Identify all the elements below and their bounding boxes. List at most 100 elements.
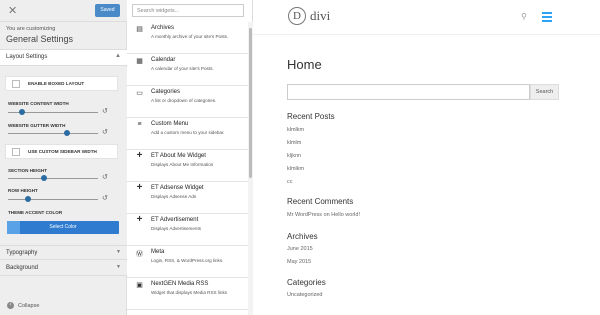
category-link[interactable]: Uncategorized: [287, 292, 322, 298]
widget-search-input[interactable]: Search widgets...: [132, 4, 244, 17]
reset-icon[interactable]: ↺: [102, 108, 108, 115]
widget-description: Displays About Me Information: [151, 162, 214, 167]
collapse-button[interactable]: ‹ Collapse: [0, 298, 127, 315]
widget-item[interactable]: ▦ Calendar A calendar of your site's Posts…: [127, 54, 248, 86]
row-height-handle[interactable]: [24, 196, 31, 202]
content-width-handle[interactable]: [18, 109, 25, 115]
folder-icon: ▭: [136, 90, 143, 97]
widget-description: Displays Advertisements: [151, 226, 202, 231]
comment-on-text: on: [322, 212, 332, 218]
customizing-subtitle: You are customizing: [6, 26, 56, 32]
archive-icon: ▤: [136, 26, 143, 33]
hamburger-menu-icon[interactable]: [542, 12, 552, 22]
select-color-label: Select Color: [49, 224, 77, 230]
archive-link[interactable]: June 2015: [287, 246, 313, 252]
boxed-layout-checkbox[interactable]: [12, 80, 20, 88]
widget-title: Meta: [151, 249, 165, 255]
archives-heading: Archives: [287, 232, 318, 241]
recent-posts-heading: Recent Posts: [287, 112, 335, 121]
background-section[interactable]: Background ▼: [0, 261, 127, 276]
logo-text[interactable]: divi: [310, 8, 330, 24]
recent-post-link[interactable]: klmlm: [287, 140, 301, 146]
reset-icon[interactable]: ↺: [102, 129, 108, 136]
recent-post-link[interactable]: cc: [287, 179, 293, 185]
content-width-slider[interactable]: [8, 109, 98, 115]
chevron-down-icon: ▼: [116, 249, 121, 255]
background-label: Background: [6, 265, 39, 271]
site-header: D divi ⚲: [253, 0, 600, 35]
boxed-layout-label: ENABLE BOXED LAYOUT: [28, 81, 85, 86]
content-width-label: WEBSITE CONTENT WIDTH: [8, 101, 69, 106]
collapse-icon: ‹: [7, 302, 14, 309]
section-height-slider[interactable]: [8, 175, 98, 181]
widget-description: A monthly archive of your site's Posts.: [151, 34, 229, 39]
categories-heading: Categories: [287, 278, 326, 287]
saved-button[interactable]: Saved: [95, 4, 120, 17]
widget-item[interactable]: ▤ Archives A monthly archive of your site'…: [127, 22, 248, 54]
calendar-icon: ▦: [136, 58, 143, 65]
custom-sidebar-checkbox[interactable]: [12, 148, 20, 156]
scrollbar-thumb[interactable]: [249, 28, 252, 178]
site-preview: D divi ⚲ Home Search Recent Posts klmlkm…: [253, 0, 600, 315]
widget-title: Calendar: [151, 57, 176, 63]
widget-item[interactable]: + ET About Me Widget Displays About Me Inf…: [127, 150, 248, 182]
widget-title: Categories: [151, 89, 181, 95]
widget-description: Widget that displays Media RSS links: [151, 290, 228, 295]
widget-item[interactable]: + ET Adsense Widget Displays Adsense Ads: [127, 182, 248, 214]
plus-icon: +: [136, 150, 143, 161]
row-height-label: ROW HEIGHT: [8, 188, 38, 193]
recent-comment: Mr WordPress on Hello world!: [287, 212, 360, 218]
typography-section[interactable]: Typography ▼: [0, 245, 127, 260]
section-height-handle[interactable]: [41, 175, 47, 181]
plus-icon: +: [136, 214, 143, 225]
recent-comments-heading: Recent Comments: [287, 197, 354, 206]
typography-label: Typography: [6, 250, 38, 256]
gutter-width-label: WEBSITE GUTTER WIDTH: [8, 123, 66, 128]
widget-item[interactable]: + ET Advertisement Displays Advertisements: [127, 214, 248, 246]
gutter-width-handle[interactable]: [64, 130, 71, 136]
boxed-layout-option[interactable]: ENABLE BOXED LAYOUT: [5, 76, 118, 91]
logo-mark[interactable]: D: [288, 7, 306, 25]
widget-title: ET Advertisement: [151, 217, 199, 223]
chevron-down-icon: ▼: [116, 264, 121, 270]
widget-title: ET About Me Widget: [151, 153, 206, 159]
customizing-title: General Settings: [6, 34, 74, 44]
widget-item[interactable]: ▭ Categories A list or dropdown of categor…: [127, 86, 248, 118]
customizer-panel: ✕ Saved You are customizing General Sett…: [0, 0, 127, 315]
widget-description: Displays Adsense Ads: [151, 194, 197, 199]
search-input[interactable]: [287, 84, 530, 100]
layout-settings-label: Layout Settings: [6, 54, 48, 60]
gutter-width-slider[interactable]: [8, 130, 98, 136]
search-button[interactable]: Search: [530, 84, 559, 100]
reset-icon[interactable]: ↺: [102, 174, 108, 181]
widget-item[interactable]: ≡ Custom Menu Add a custom menu to your si…: [127, 118, 248, 150]
close-icon[interactable]: ✕: [8, 5, 20, 17]
widget-title: Archives: [151, 25, 175, 31]
widget-description: Add a custom menu to your sidebar.: [151, 130, 225, 135]
custom-sidebar-label: USE CUSTOM SIDEBAR WIDTH: [28, 149, 97, 154]
chevron-up-icon: ▲: [115, 53, 121, 59]
widget-search-placeholder: Search widgets...: [137, 8, 180, 14]
image-icon: ▣: [136, 282, 143, 289]
search-icon[interactable]: ⚲: [521, 12, 527, 21]
select-color-button[interactable]: Select Color: [7, 221, 119, 234]
comment-author-link[interactable]: Mr WordPress: [287, 212, 322, 218]
recent-post-link[interactable]: klmlkm: [287, 166, 304, 172]
row-height-slider[interactable]: [8, 196, 98, 202]
recent-post-link[interactable]: kljknn: [287, 153, 301, 159]
widget-description: A calendar of your site's Posts.: [151, 66, 214, 71]
layout-settings-header[interactable]: Layout Settings ▲: [0, 50, 127, 66]
page-title: Home: [287, 57, 322, 72]
widget-item[interactable]: Ⓦ Meta Login, RSS, & WordPress.org links.: [127, 246, 248, 278]
widget-title: Custom Menu: [151, 121, 189, 127]
widget-title: NextGEN Media RSS: [151, 281, 209, 287]
accent-color-label: THEME ACCENT COLOR: [8, 210, 63, 215]
reset-icon[interactable]: ↺: [102, 195, 108, 202]
custom-sidebar-option[interactable]: USE CUSTOM SIDEBAR WIDTH: [5, 144, 118, 159]
recent-post-link[interactable]: klmlkm: [287, 127, 304, 133]
widget-description: Login, RSS, & WordPress.org links.: [151, 258, 224, 263]
archive-link[interactable]: May 2015: [287, 259, 311, 265]
plus-icon: +: [136, 182, 143, 193]
widget-item[interactable]: ▣ NextGEN Media RSS Widget that displays M…: [127, 278, 248, 310]
comment-post-link[interactable]: Hello world!: [331, 212, 360, 218]
